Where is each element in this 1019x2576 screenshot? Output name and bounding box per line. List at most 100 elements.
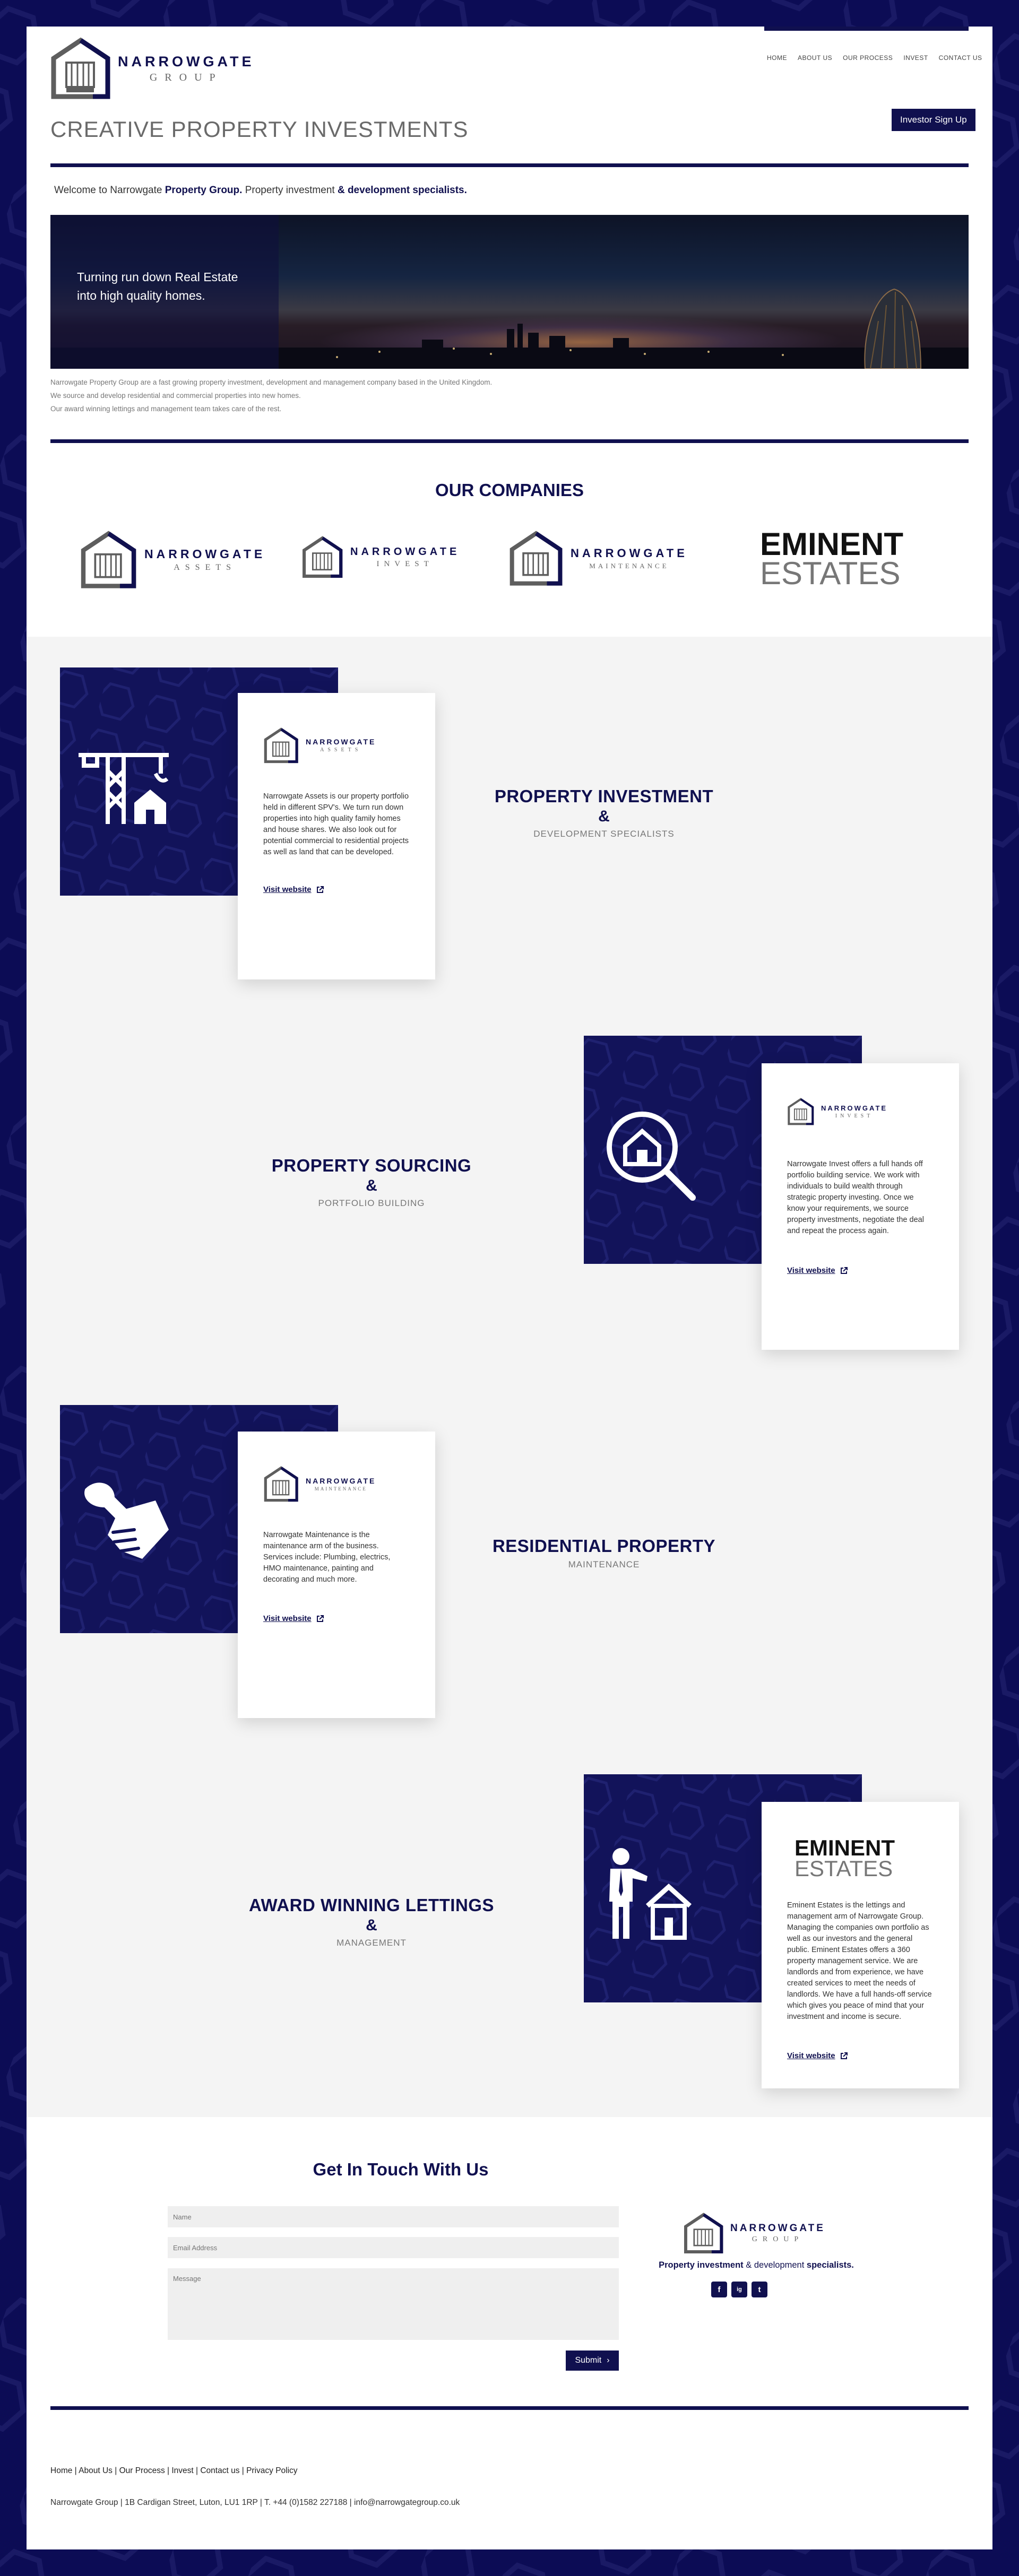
welcome-part: Welcome to Narrowgate xyxy=(54,185,165,196)
visit-website-link[interactable]: Visit website xyxy=(787,2051,848,2060)
section-title-1: PROPERTY INVESTMENT & DEVELOPMENT SPECIA… xyxy=(466,786,742,839)
logo-line1: NARROWGATE xyxy=(118,53,255,70)
instagram-icon[interactable]: ig xyxy=(731,2282,747,2297)
welcome-part: Property investment xyxy=(242,185,338,196)
contact-logo: NARROWGATE GROUP xyxy=(684,2213,825,2254)
intro-line: Narrowgate Property Group are a fast gro… xyxy=(50,378,493,386)
section-amp: & xyxy=(366,1177,377,1194)
divider xyxy=(50,439,969,443)
company-card-maintenance: NARROWGATE MAINTENANCE Narrowgate Mainte… xyxy=(238,1432,435,1718)
footer-link-about[interactable]: About Us xyxy=(79,2466,113,2475)
visit-website-link[interactable]: Visit website xyxy=(263,885,324,894)
house-logo-icon xyxy=(510,531,563,586)
section-title: PROPERTY SOURCING xyxy=(271,1156,472,1175)
nav-invest[interactable]: INVEST xyxy=(903,54,928,62)
footer-links: Home | About Us | Our Process | Invest |… xyxy=(50,2466,298,2475)
logo-line1: EMINENT xyxy=(760,526,903,562)
section-title: PROPERTY INVESTMENT xyxy=(494,786,714,806)
email-input[interactable] xyxy=(168,2237,619,2258)
visit-website-link[interactable]: Visit website xyxy=(263,1614,324,1623)
nav-home[interactable]: HOME xyxy=(767,54,787,62)
house-search-icon xyxy=(607,1112,696,1201)
logo-eminent-estates[interactable]: EMINENT ESTATES xyxy=(760,526,903,592)
hero-banner: Turning run down Real Estate into high q… xyxy=(50,215,969,369)
contact-heading: Get In Touch With Us xyxy=(313,2159,489,2179)
section-subtitle: MAINTENANCE xyxy=(568,1559,640,1569)
footer-address: Narrowgate Group | 1B Cardigan Street, L… xyxy=(50,2498,460,2507)
footer-link-process[interactable]: Our Process xyxy=(119,2466,165,2475)
page: NARROWGATE GROUP HOME ABOUT US OUR PROCE… xyxy=(27,27,992,2549)
contact-tagline: Property investment & development specia… xyxy=(642,2260,870,2270)
tag-part: specialists. xyxy=(806,2260,854,2270)
divider xyxy=(50,2406,969,2410)
house-logo-icon xyxy=(264,727,298,764)
section-title: AWARD WINNING LETTINGS xyxy=(249,1895,494,1915)
intro-text: Narrowgate Property Group are a fast gro… xyxy=(50,376,492,415)
card-description: Narrowgate Invest offers a full hands of… xyxy=(787,1160,924,1235)
submit-label: Submit xyxy=(575,2356,602,2365)
logo-line1: NARROWGATE xyxy=(571,547,688,560)
section-amp: & xyxy=(598,808,610,825)
logo-narrowgate-maintenance[interactable]: NARROWGATE MAINTENANCE xyxy=(508,531,688,586)
intro-line: We source and develop residential and co… xyxy=(50,392,301,400)
logo-line1: EMINENT xyxy=(795,1835,895,1860)
card-description: Narrowgate Maintenance is the maintenanc… xyxy=(263,1531,391,1584)
section-subtitle: PORTFOLIO BUILDING xyxy=(318,1198,425,1208)
site-logo[interactable]: NARROWGATE GROUP xyxy=(50,37,254,100)
footer-link-invest[interactable]: Invest xyxy=(171,2466,193,2475)
card-description: Narrowgate Assets is our property portfo… xyxy=(263,792,409,856)
message-input[interactable] xyxy=(168,2268,619,2340)
logo-line2: GROUP xyxy=(149,71,223,83)
twitter-glyph: t xyxy=(758,2285,761,2294)
house-logo-icon xyxy=(788,1098,814,1125)
facebook-glyph: f xyxy=(718,2285,721,2294)
logo-line1: NARROWGATE xyxy=(730,2223,825,2234)
section-title-2: PROPERTY SOURCING & PORTFOLIO BUILDING xyxy=(234,1156,510,1209)
card-logo: NARROWGATE INVEST xyxy=(787,1098,887,1125)
top-accent-bar xyxy=(764,27,969,31)
twitter-icon[interactable]: t xyxy=(752,2282,767,2297)
investor-signup-button[interactable]: Investor Sign Up xyxy=(892,109,975,131)
welcome-bold: & development specialists. xyxy=(337,185,467,196)
main-nav: HOME ABOUT US OUR PROCESS INVEST CONTACT… xyxy=(767,54,982,62)
external-link-icon xyxy=(316,886,324,893)
external-link-icon xyxy=(316,1615,324,1622)
footer-link-privacy[interactable]: Privacy Policy xyxy=(246,2466,297,2475)
section-title-4: AWARD WINNING LETTINGS & MANAGEMENT xyxy=(234,1895,510,1948)
house-logo-icon xyxy=(684,2213,723,2253)
facebook-icon[interactable]: f xyxy=(711,2282,727,2297)
section-subtitle: DEVELOPMENT SPECIALISTS xyxy=(533,829,675,839)
visit-label: Visit website xyxy=(263,885,312,894)
tag-part: & development xyxy=(746,2260,807,2270)
name-input[interactable] xyxy=(168,2206,619,2227)
welcome-text: Welcome to Narrowgate Property Group. Pr… xyxy=(54,185,467,196)
logo-line1: NARROWGATE xyxy=(821,1104,888,1112)
card-logo: EMINENT ESTATES xyxy=(795,1835,895,1879)
logo-line1: NARROWGATE xyxy=(306,1476,376,1485)
nav-about-us[interactable]: ABOUT US xyxy=(798,54,832,62)
external-link-icon xyxy=(840,1267,848,1274)
logo-line2: INVEST xyxy=(376,559,434,568)
footer-link-contact[interactable]: Contact us xyxy=(200,2466,239,2475)
divider xyxy=(50,163,969,167)
nav-our-process[interactable]: OUR PROCESS xyxy=(843,54,893,62)
footer-link-home[interactable]: Home xyxy=(50,2466,72,2475)
card-description: Eminent Estates is the lettings and mana… xyxy=(787,1901,932,2021)
logo-line2: GROUP xyxy=(752,2235,804,2243)
visit-website-link[interactable]: Visit website xyxy=(787,1266,848,1275)
house-logo-icon xyxy=(81,531,136,588)
company-card-invest: NARROWGATE INVEST Narrowgate Invest offe… xyxy=(762,1063,959,1350)
visit-label: Visit website xyxy=(787,1266,835,1275)
logo-narrowgate-assets[interactable]: NARROWGATE ASSETS xyxy=(80,531,265,589)
logo-line2: ESTATES xyxy=(760,556,901,592)
logo-narrowgate-invest[interactable]: NARROWGATE INVEST xyxy=(301,536,460,578)
companies-heading: OUR COMPANIES xyxy=(435,480,584,500)
house-logo-icon xyxy=(264,1466,298,1502)
welcome-bold: Property Group. xyxy=(165,185,243,196)
crane-icon xyxy=(79,753,169,824)
nav-contact-us[interactable]: CONTACT US xyxy=(939,54,982,62)
company-card-assets: NARROWGATE ASSETS Narrowgate Assets is o… xyxy=(238,693,435,979)
tag-part: Property investment xyxy=(659,2260,746,2270)
logo-line2: ASSETS xyxy=(320,747,362,753)
submit-button[interactable]: Submit › xyxy=(566,2351,619,2371)
